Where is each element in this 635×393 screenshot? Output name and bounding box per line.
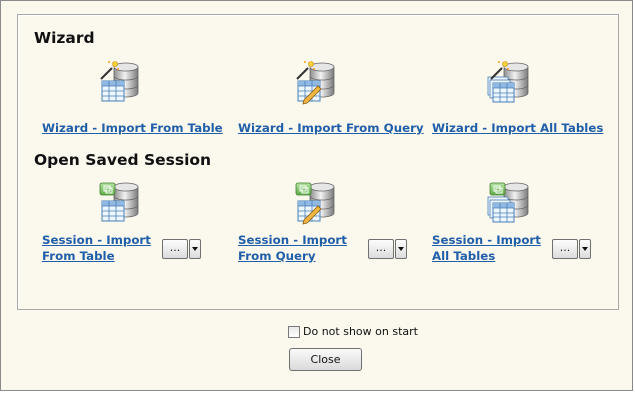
open-saved-session-title: Open Saved Session [34,151,212,169]
table-database-session-icon[interactable] [88,179,140,225]
session-all-tables-dropdown-arrow[interactable] [579,239,591,259]
do-not-show-checkbox[interactable] [288,325,300,338]
session-import-from-query-link[interactable]: Session - Import From Query [238,232,356,264]
session-table-browse-button[interactable]: ... [162,239,188,259]
query-database-session-icon[interactable] [284,179,336,225]
table-database-wand-icon[interactable] [88,59,140,105]
welcome-dialog: Wizard Wizard - Import From Table Wizard… [0,0,633,391]
session-query-browse-control: ... [368,239,407,261]
session-import-all-tables-link[interactable]: Session - Import All Tables [432,232,550,264]
session-all-tables-browse-button[interactable]: ... [552,239,578,259]
session-query-browse-button[interactable]: ... [368,239,394,259]
do-not-show-label: Do not show on start [303,325,418,338]
all-tables-database-wand-icon[interactable] [478,59,530,105]
options-panel: Wizard Wizard - Import From Table Wizard… [17,14,619,310]
wizard-section-title: Wizard [34,29,95,47]
do-not-show-on-start-option[interactable]: Do not show on start [288,325,418,338]
close-button[interactable]: Close [289,348,362,371]
session-table-browse-control: ... [162,239,201,261]
wizard-import-from-table-link[interactable]: Wizard - Import From Table [42,120,223,136]
session-query-dropdown-arrow[interactable] [395,239,407,259]
session-all-tables-browse-control: ... [552,239,591,261]
query-database-wand-icon[interactable] [284,59,336,105]
all-tables-database-session-icon[interactable] [478,179,530,225]
session-import-from-table-link[interactable]: Session - Import From Table [42,232,160,264]
wizard-import-all-tables-link[interactable]: Wizard - Import All Tables [432,120,603,136]
session-table-dropdown-arrow[interactable] [189,239,201,259]
wizard-import-from-query-link[interactable]: Wizard - Import From Query [238,120,424,136]
